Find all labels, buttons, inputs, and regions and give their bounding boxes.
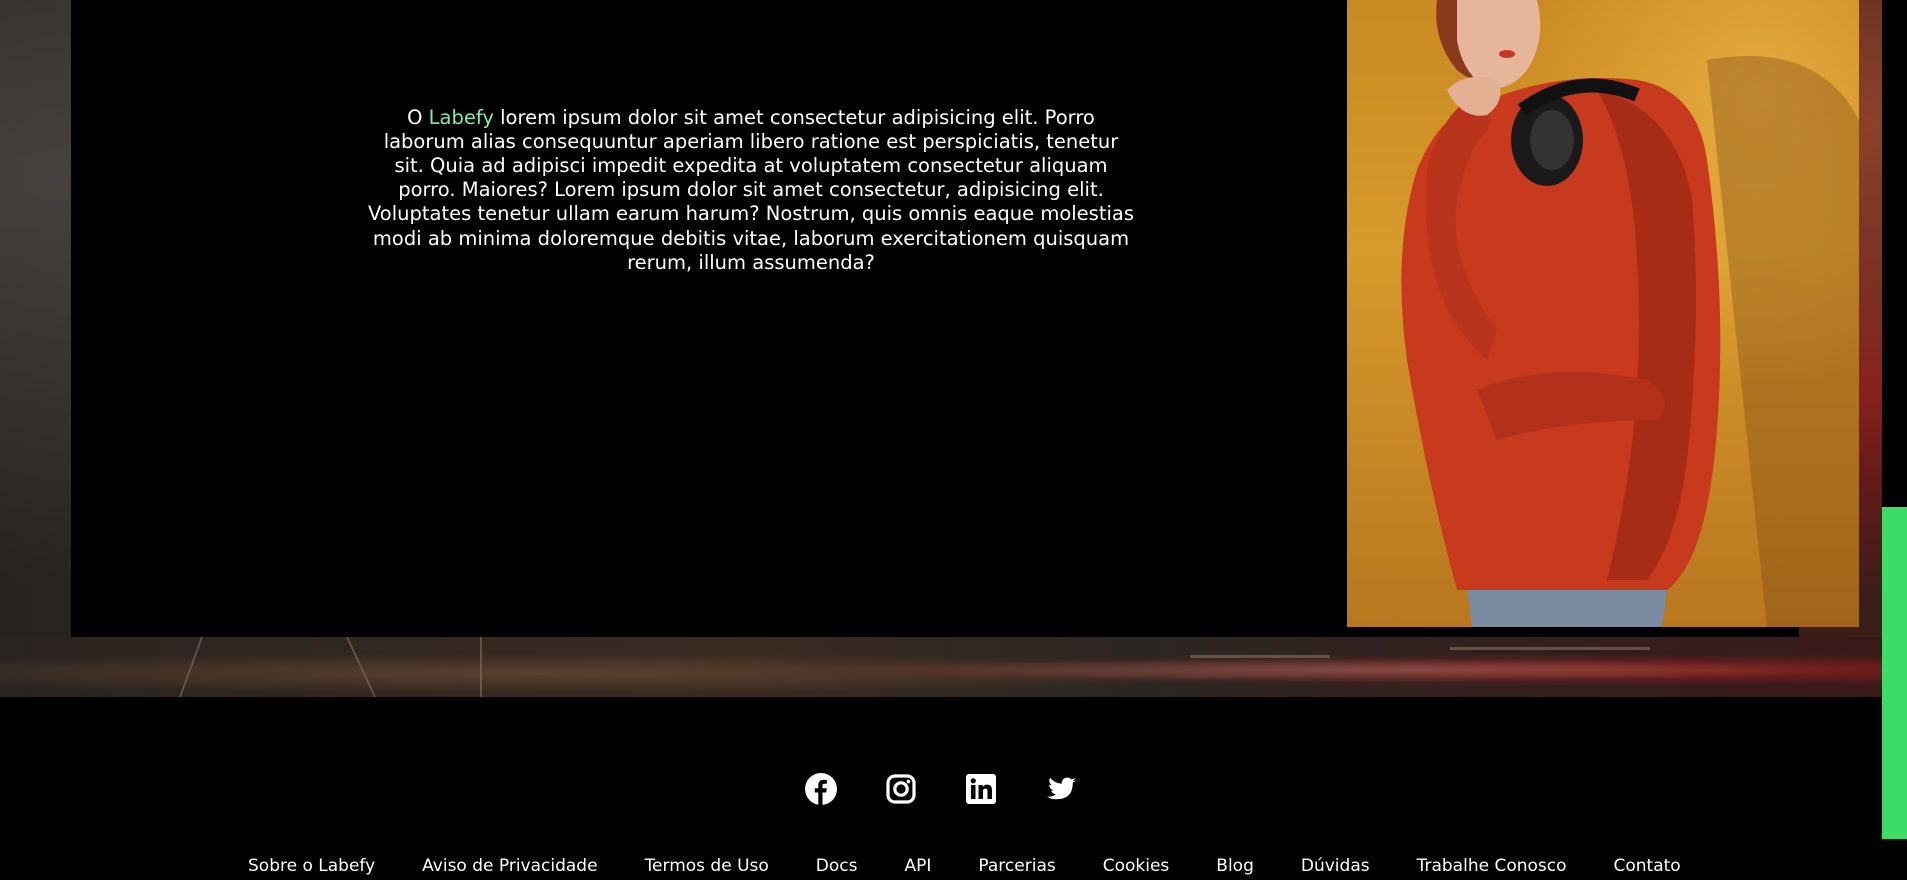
footer-link-cookies[interactable]: Cookies xyxy=(1103,856,1170,876)
scrollbar-thumb[interactable] xyxy=(1882,507,1907,839)
social-links xyxy=(805,773,1077,805)
footer-links: Sobre o Labefy Aviso de Privacidade Term… xyxy=(248,856,1728,876)
brand-name: Labefy xyxy=(428,105,494,129)
footer-link-sobre[interactable]: Sobre o Labefy xyxy=(248,856,375,876)
footer-link-duvidas[interactable]: Dúvidas xyxy=(1301,856,1370,876)
woman-with-headphones-photo xyxy=(1347,0,1859,627)
linkedin-icon[interactable] xyxy=(965,773,997,805)
footer-link-contato[interactable]: Contato xyxy=(1614,856,1681,876)
footer-link-api[interactable]: API xyxy=(905,856,932,876)
facebook-icon[interactable] xyxy=(805,773,837,805)
footer-link-trabalhe[interactable]: Trabalhe Conosco xyxy=(1417,856,1567,876)
twitter-icon[interactable] xyxy=(1045,773,1077,805)
about-panel: O Labefy lorem ipsum dolor sit amet cons… xyxy=(71,0,1859,637)
footer-link-blog[interactable]: Blog xyxy=(1216,856,1254,876)
about-prefix: O xyxy=(407,105,423,129)
drum-kit-background xyxy=(0,637,1882,697)
about-body: lorem ipsum dolor sit amet consectetur a… xyxy=(367,105,1135,274)
footer-link-docs[interactable]: Docs xyxy=(816,856,858,876)
footer-link-privacidade[interactable]: Aviso de Privacidade xyxy=(422,856,597,876)
about-text: O Labefy lorem ipsum dolor sit amet cons… xyxy=(366,106,1136,275)
footer-link-parcerias[interactable]: Parcerias xyxy=(978,856,1055,876)
footer-link-termos[interactable]: Termos de Uso xyxy=(645,856,769,876)
instagram-icon[interactable] xyxy=(885,773,917,805)
